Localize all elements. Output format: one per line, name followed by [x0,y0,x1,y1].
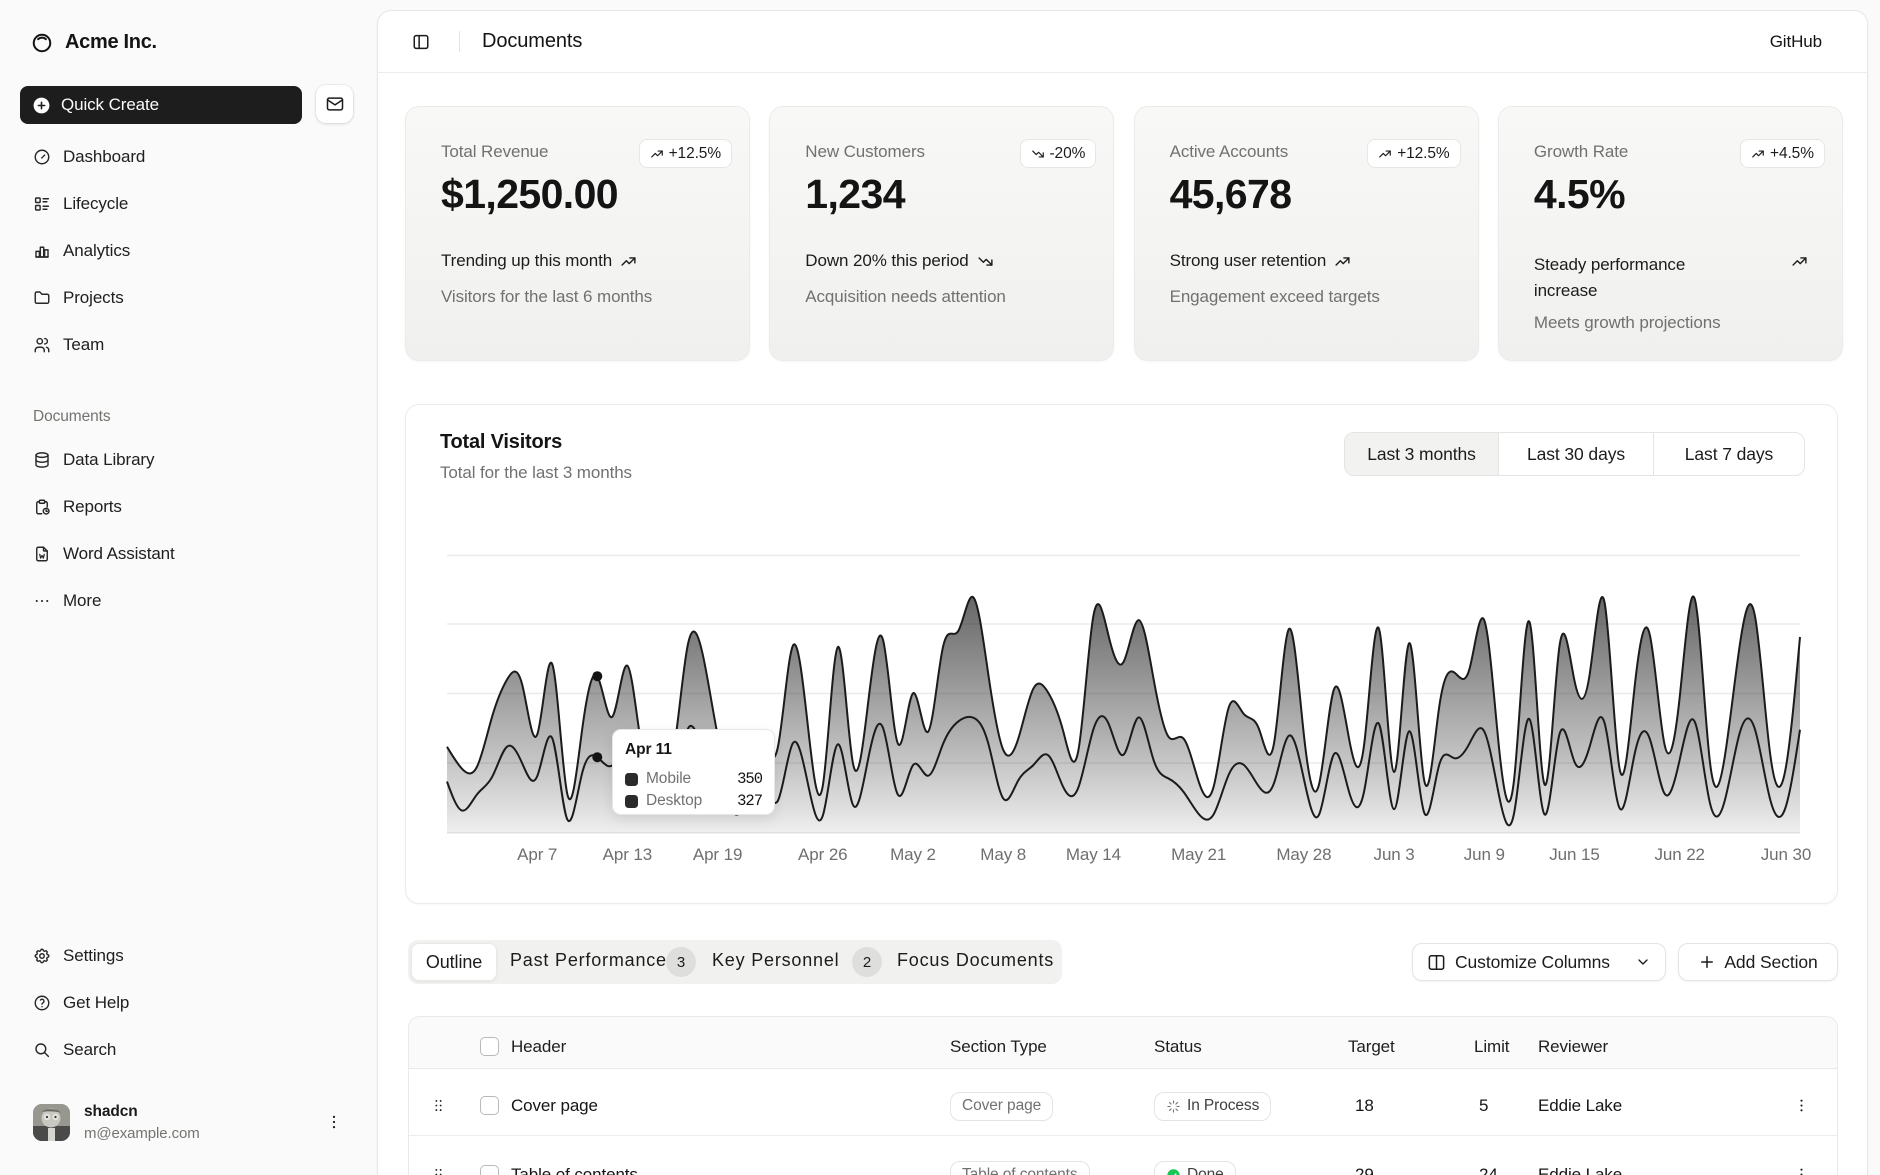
svg-text:Apr 26: Apr 26 [798,845,848,864]
svg-text:May 8: May 8 [980,845,1026,864]
svg-text:Jun 30: Jun 30 [1761,845,1811,864]
svg-text:Apr 19: Apr 19 [693,845,743,864]
svg-text:Jun 22: Jun 22 [1654,845,1704,864]
svg-text:May 28: May 28 [1276,845,1331,864]
svg-text:Jun 15: Jun 15 [1549,845,1599,864]
svg-text:Jun 3: Jun 3 [1374,845,1415,864]
svg-text:May 2: May 2 [890,845,936,864]
svg-text:Jun 9: Jun 9 [1464,845,1505,864]
svg-text:Apr 13: Apr 13 [603,845,653,864]
svg-text:May 14: May 14 [1066,845,1121,864]
svg-text:May 21: May 21 [1171,845,1226,864]
svg-text:Apr 7: Apr 7 [517,845,557,864]
